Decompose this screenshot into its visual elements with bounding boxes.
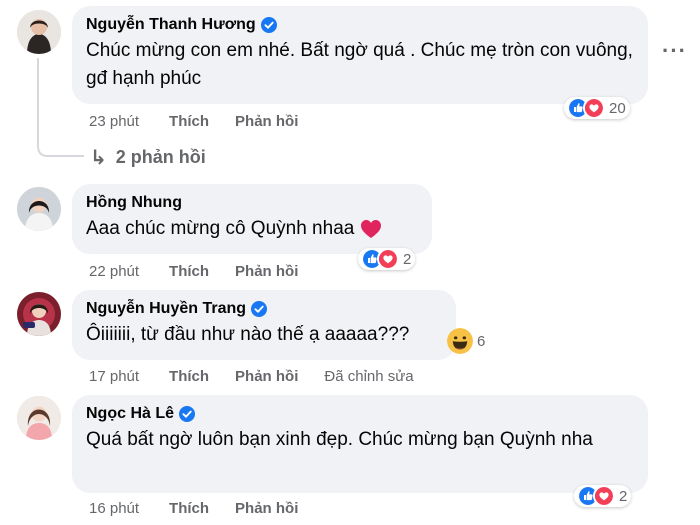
reaction-summary[interactable]: 6 [444,330,489,352]
avatar-hong-nhung[interactable] [17,187,61,231]
timestamp[interactable]: 16 phút [89,500,139,517]
comment-actions: 23 phút Thích Phản hồi [89,113,324,130]
author-name[interactable]: Ngọc Hà Lê [86,404,174,424]
reply-button[interactable]: Phản hồi [235,368,298,385]
avatar-huyen-trang[interactable] [17,292,61,336]
comment-text: Aaa chúc mừng cô Quỳnh nhaa [86,218,355,239]
timestamp[interactable]: 17 phút [89,368,139,385]
reaction-summary[interactable]: 2 [358,248,416,270]
comment-text: Chúc mừng con em nhé. Bất ngờ quá . Chúc… [86,40,633,89]
like-button[interactable]: Thích [169,263,209,280]
reaction-count: 20 [609,99,626,117]
reaction-count: 6 [477,332,486,350]
love-icon [593,485,615,507]
like-button[interactable]: Thích [169,368,209,385]
comment-bubble: Nguyễn Huyền Trang Ôiiiiiii, từ đầu như … [72,290,456,360]
comment-actions: 17 phút Thích Phản hồi Đã chỉnh sửa [89,368,414,385]
verified-badge-icon [251,301,267,317]
comment-bubble: Nguyễn Thanh Hương Chúc mừng con em nhé.… [72,6,648,104]
reaction-summary[interactable]: 20 [564,97,630,119]
love-icon [583,97,605,119]
comment-actions: 22 phút Thích Phản hồi [89,263,324,280]
thread-connector [37,58,84,157]
reaction-count: 2 [403,250,412,268]
reply-arrow-icon: ↳ [90,147,107,169]
avatar-thanh-huong[interactable] [17,10,61,54]
reaction-summary[interactable]: 2 [574,485,632,507]
haha-icon [447,328,473,354]
reply-button[interactable]: Phản hồi [235,263,298,280]
comment-actions: 16 phút Thích Phản hồi [89,500,324,517]
verified-badge-icon [179,406,195,422]
author-name[interactable]: Nguyễn Thanh Hương [86,15,256,35]
author-name[interactable]: Hồng Nhung [86,193,182,213]
like-button[interactable]: Thích [169,500,209,517]
comment-text: Quá bất ngờ luôn bạn xinh đẹp. Chúc mừng… [86,429,593,450]
reaction-count: 2 [619,487,628,505]
comment-text: Ôiiiiiii, từ đầu như nào thế ạ aaaaa??? [86,324,410,345]
replies-count-label: 2 phản hồi [115,147,206,167]
comment-bubble: Ngọc Hà Lê Quá bất ngờ luôn bạn xinh đẹp… [72,395,648,493]
timestamp[interactable]: 23 phút [89,113,139,130]
avatar-ngoc-ha-le[interactable] [17,396,61,440]
comment-bubble: Hồng Nhung Aaa chúc mừng cô Quỳnh nhaa [72,184,432,254]
reply-button[interactable]: Phản hồi [235,500,298,517]
more-options-icon[interactable]: ··· [662,38,687,64]
edited-label: Đã chỉnh sửa [324,368,414,385]
view-replies-link[interactable]: ↳ 2 phản hồi [90,145,206,170]
timestamp[interactable]: 22 phút [89,263,139,280]
author-name[interactable]: Nguyễn Huyền Trang [86,299,246,319]
reply-button[interactable]: Phản hồi [235,113,298,130]
love-icon [377,248,399,270]
verified-badge-icon [261,17,277,33]
like-button[interactable]: Thích [169,113,209,130]
red-heart-icon [361,220,382,238]
